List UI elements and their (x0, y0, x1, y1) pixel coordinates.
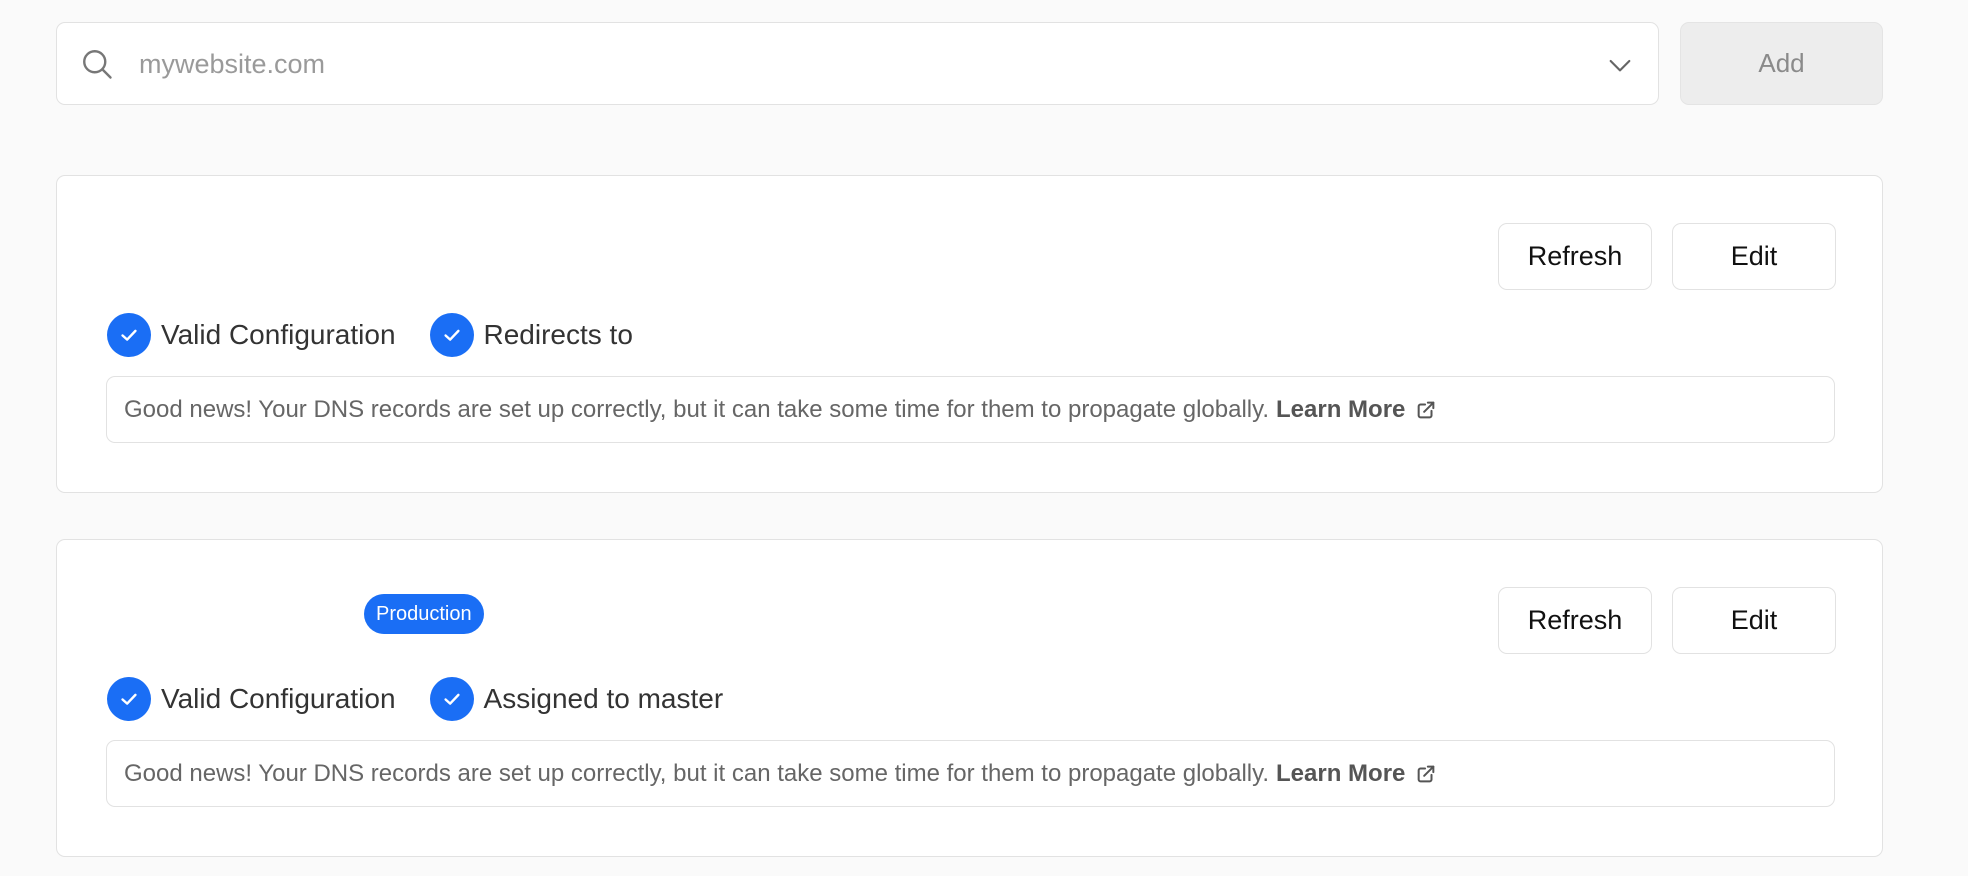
domain-card: Production Refresh Edit Valid Configurat… (56, 539, 1883, 857)
status-valid-configuration: Valid Configuration (107, 677, 396, 721)
info-text: Good news! Your DNS records are set up c… (124, 759, 1270, 787)
learn-more-link[interactable]: Learn More (1276, 760, 1437, 788)
edit-button[interactable]: Edit (1672, 223, 1836, 290)
check-circle-icon (107, 313, 151, 357)
status-label: Assigned to master (483, 683, 724, 714)
info-text: Good news! Your DNS records are set up c… (124, 395, 1270, 423)
learn-more-label: Learn More (1276, 395, 1406, 423)
external-link-icon (1418, 765, 1435, 782)
refresh-button[interactable]: Refresh (1498, 587, 1652, 654)
chevron-down-icon[interactable] (1604, 49, 1636, 81)
status-valid-configuration: Valid Configuration (107, 313, 396, 357)
domain-add-row: Add (56, 22, 1883, 106)
learn-more-label: Learn More (1276, 759, 1406, 787)
domain-search-combobox[interactable] (56, 22, 1659, 105)
domain-card: Refresh Edit Valid Configuration Redirec… (56, 175, 1883, 493)
check-circle-icon (429, 677, 474, 721)
external-link-icon (1418, 401, 1435, 418)
learn-more-link[interactable]: Learn More (1276, 396, 1437, 424)
status-label: Valid Configuration (161, 319, 396, 350)
status-assigned-to-branch: Assigned to master (429, 677, 724, 721)
edit-button[interactable]: Edit (1672, 587, 1836, 654)
status-row: Valid Configuration Redirects to (107, 312, 667, 358)
add-domain-button[interactable]: Add (1680, 22, 1883, 105)
search-icon (83, 50, 112, 79)
status-redirects-to: Redirects to (429, 313, 633, 357)
status-row: Valid Configuration Assigned to master (107, 676, 757, 722)
refresh-button[interactable]: Refresh (1498, 223, 1652, 290)
check-circle-icon (107, 677, 151, 721)
dns-info-message: Good news! Your DNS records are set up c… (106, 740, 1835, 807)
domain-search-input[interactable] (137, 41, 1517, 87)
dns-info-message: Good news! Your DNS records are set up c… (106, 376, 1835, 443)
production-badge: Production (364, 594, 484, 634)
check-circle-icon (429, 313, 474, 357)
status-label: Valid Configuration (161, 683, 396, 714)
status-label: Redirects to (483, 319, 633, 350)
